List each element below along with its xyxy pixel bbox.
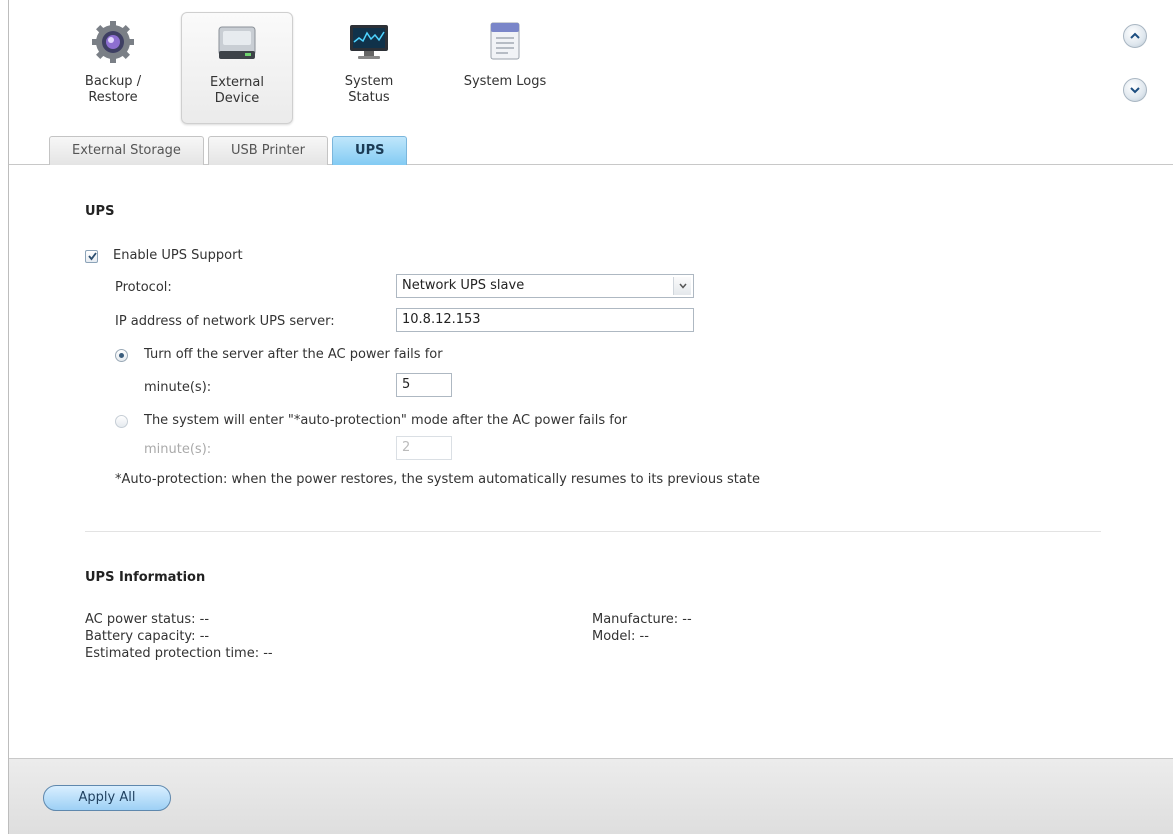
option-turn-off-label: Turn off the server after the AC power f… xyxy=(144,347,443,362)
model: Model: -- xyxy=(592,629,649,644)
protocol-label: Protocol: xyxy=(115,280,172,295)
ac-power-status: AC power status: -- xyxy=(85,612,210,627)
turn-off-minutes-input[interactable]: 5 xyxy=(396,373,452,397)
footer-bar: Apply All xyxy=(9,758,1173,834)
chevron-up-icon xyxy=(1130,32,1140,39)
window-frame: Backup / Restore External Device System … xyxy=(8,0,1173,834)
ip-address-label: IP address of network UPS server: xyxy=(115,314,335,329)
tab-external-storage[interactable]: External Storage xyxy=(49,136,204,165)
chevron-down-icon xyxy=(673,277,691,295)
option-auto-protection-label: The system will enter "*auto-protection"… xyxy=(144,413,628,428)
auto-protection-minutes-input[interactable]: 2 xyxy=(396,436,452,460)
protocol-select[interactable]: Network UPS slave xyxy=(396,274,694,298)
option-turn-off-radio[interactable] xyxy=(115,349,128,362)
tab-usb-printer[interactable]: USB Printer xyxy=(207,136,329,165)
scroll-up-button[interactable] xyxy=(1123,24,1147,48)
estimated-protection-time: Estimated protection time: -- xyxy=(85,646,273,661)
main-content: UPS Enable UPS Support Protocol: Network… xyxy=(9,166,1173,758)
sub-tabs: External Storage USB Printer UPS xyxy=(49,136,411,165)
tool-label: External Device xyxy=(210,75,264,106)
apply-all-button[interactable]: Apply All xyxy=(43,785,171,811)
option-auto-protection-unit: minute(s): xyxy=(144,442,212,457)
tool-label: System Status xyxy=(344,74,394,105)
option-auto-protection-radio[interactable] xyxy=(115,415,128,428)
tab-ups[interactable]: UPS xyxy=(332,136,408,165)
scroll-down-button[interactable] xyxy=(1123,78,1147,102)
enable-ups-label: Enable UPS Support xyxy=(113,248,243,263)
ups-information-heading: UPS Information xyxy=(85,570,206,585)
battery-capacity: Battery capacity: -- xyxy=(85,629,210,644)
tool-backup-restore[interactable]: Backup / Restore xyxy=(57,12,169,124)
tool-label: Backup / Restore xyxy=(84,74,142,105)
enable-ups-checkbox[interactable] xyxy=(85,250,98,263)
tool-system-status[interactable]: System Status xyxy=(313,12,425,124)
gear-icon xyxy=(91,20,135,64)
tool-system-logs[interactable]: System Logs xyxy=(449,12,561,124)
tool-label: System Logs xyxy=(463,74,547,89)
ups-heading: UPS xyxy=(85,204,115,219)
chevron-down-icon xyxy=(1130,87,1140,94)
log-icon xyxy=(483,20,527,64)
ip-address-input[interactable]: 10.8.12.153 xyxy=(396,308,694,332)
top-toolbar: Backup / Restore External Device System … xyxy=(9,0,1173,165)
auto-protection-note: *Auto-protection: when the power restore… xyxy=(115,472,760,487)
section-divider xyxy=(85,531,1101,532)
monitor-icon xyxy=(347,20,391,64)
drive-icon xyxy=(215,21,259,65)
tool-external-device[interactable]: External Device xyxy=(181,12,293,124)
protocol-value: Network UPS slave xyxy=(402,278,525,293)
check-icon xyxy=(88,252,97,261)
manufacture: Manufacture: -- xyxy=(592,612,692,627)
option-turn-off-unit: minute(s): xyxy=(144,380,212,395)
